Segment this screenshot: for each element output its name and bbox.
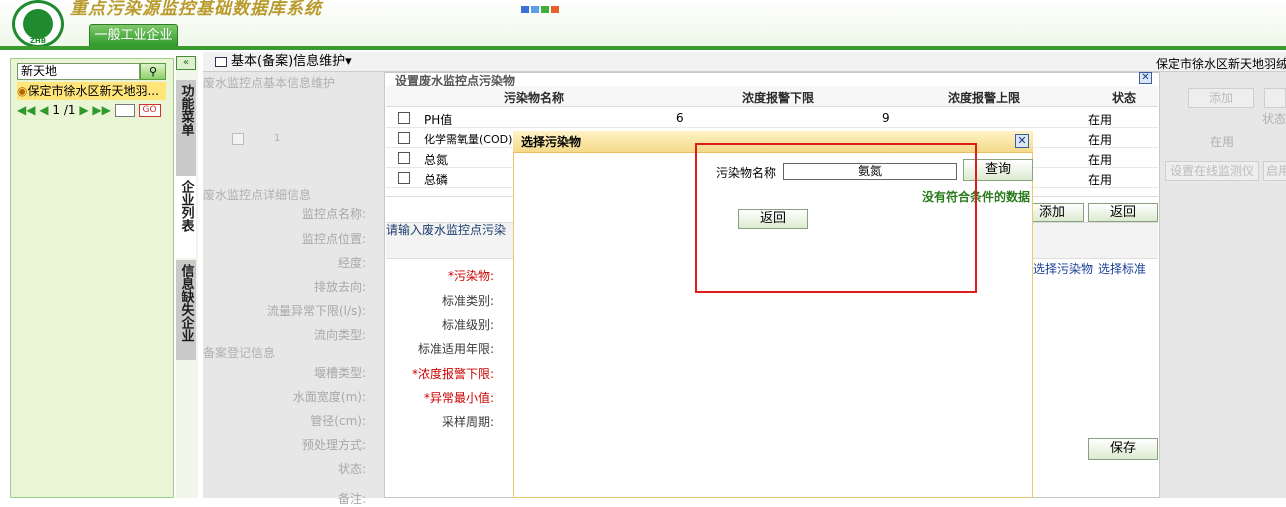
cell-status: 在用 [1088, 153, 1113, 167]
dialog-close-icon[interactable]: ✕ [1015, 134, 1029, 148]
label-status: 状态: [337, 462, 366, 476]
table-row[interactable]: PH值 6 9 在用 [386, 108, 1158, 128]
company-name-display: 保定市徐水区新天地羽绒 [1156, 57, 1286, 71]
section-detail-info: 废水监控点详细信息 [203, 188, 312, 202]
row-checkbox[interactable] [398, 172, 410, 184]
tab-function-menu[interactable]: 功能菜单 [176, 80, 196, 180]
label-pipe-diameter: 管径(cm): [310, 414, 366, 428]
logo: ZHB [12, 0, 64, 48]
go-button[interactable]: GO [138, 104, 161, 117]
label-water-width: 水面宽度(m): [292, 390, 366, 404]
radio-icon: ◉ [17, 84, 28, 98]
form-icon [215, 56, 227, 67]
pager: ◀◀ ◀ 1 /1 ▶ ▶▶ GO [17, 103, 161, 119]
prev-page-icon[interactable]: ◀ [39, 103, 48, 117]
select-pollutant-link[interactable]: 选择污染物 [1033, 260, 1093, 277]
input-hint: 请输入废水监控点污染 [386, 223, 507, 237]
row-number: 1 [274, 133, 281, 144]
cell-name: 化学需氧量(COD) [424, 133, 513, 146]
header-divider [0, 46, 1286, 50]
cell-name: 总氮 [424, 153, 449, 167]
bg-status-header: 状态 [1262, 112, 1286, 126]
label-pollutant: *污染物: [447, 269, 494, 283]
header-pollutant-name: 污染物名称 [504, 91, 565, 105]
tab-missing-info[interactable]: 信息缺失企业 [176, 260, 196, 360]
page-total: /1 [63, 103, 76, 117]
header-status: 状态 [1112, 91, 1137, 105]
highlight-box [695, 143, 977, 293]
row-checkbox[interactable] [232, 133, 244, 145]
label-standard-year: 标准适用年限: [417, 342, 494, 356]
collapse-icon[interactable]: « [176, 56, 196, 70]
header-high-limit: 浓度报警上限 [948, 91, 1021, 105]
toolbar: 基本(备案)信息维护▾ [203, 52, 1286, 72]
close-icon[interactable]: ✕ [1139, 72, 1152, 84]
label-remarks: 备注: [337, 492, 366, 506]
label-standard-category: 标准类别: [441, 294, 494, 308]
section-basic-info: 废水监控点基本信息维护 [203, 76, 336, 90]
label-abnormal-min: *异常最小值: [423, 391, 494, 405]
row-checkbox[interactable] [398, 132, 410, 144]
section-registration: 备案登记信息 [203, 346, 276, 360]
left-panel [10, 58, 174, 498]
label-standard-level: 标准级别: [441, 318, 494, 332]
row-checkbox[interactable] [398, 152, 410, 164]
tab-company-list[interactable]: 企业列表 [176, 176, 196, 258]
label-alarm-low: *浓度报警下限: [411, 367, 494, 381]
cell-status: 在用 [1088, 173, 1113, 187]
label-monitor-location: 监控点位置: [301, 232, 366, 246]
theme-lightblue-icon[interactable] [531, 6, 539, 13]
label-weir-type: 堰槽类型: [313, 366, 366, 380]
row-checkbox[interactable] [398, 112, 410, 124]
cell-status: 在用 [1088, 133, 1113, 147]
save-button[interactable]: 保存 [1088, 438, 1158, 460]
back-button[interactable]: 返回 [1088, 203, 1158, 222]
cell-name: 总磷 [424, 173, 449, 187]
label-flow-lower-limit: 流量异常下限(l/s): [266, 304, 366, 318]
cell-low: 6 [676, 111, 684, 125]
label-longitude: 经度: [337, 256, 366, 270]
company-search-input[interactable]: 新天地 [17, 63, 140, 80]
cell-high: 9 [882, 111, 890, 125]
menu-basic-info[interactable]: 基本(备案)信息维护▾ [231, 54, 352, 69]
tab-general-industry[interactable]: 一般工业企业 [89, 24, 178, 46]
label-sampling-period: 采样周期: [441, 415, 494, 429]
label-pretreatment: 预处理方式: [301, 438, 366, 452]
page-number: 1 [52, 103, 60, 117]
set-online-monitor-button[interactable]: 设置在线监测仪 [1165, 161, 1259, 181]
label-discharge-direction: 排放去向: [313, 280, 366, 294]
enable-button[interactable]: 启用 [1263, 161, 1286, 181]
theme-orange-icon[interactable] [551, 6, 559, 13]
tree-item-company[interactable]: ◉保定市徐水区新天地羽... [17, 82, 166, 100]
tree-item-label: 保定市徐水区新天地羽... [27, 84, 159, 98]
label-monitor-name: 监控点名称: [301, 207, 366, 221]
theme-green-icon[interactable] [541, 6, 549, 13]
page-jump-input[interactable] [114, 104, 135, 117]
last-page-icon[interactable]: ▶▶ [92, 103, 110, 117]
bg-button-partial[interactable] [1264, 88, 1286, 108]
side-tabs: « 功能菜单 企业列表 信息缺失企业 [176, 56, 198, 498]
search-button[interactable]: ⚲ [140, 63, 166, 80]
theme-blue-icon[interactable] [521, 6, 529, 13]
label-flow-type: 流向类型: [313, 328, 366, 342]
bg-status-value: 在用 [1210, 135, 1235, 149]
cell-name: PH值 [424, 113, 453, 127]
first-page-icon[interactable]: ◀◀ [17, 103, 35, 117]
add-button-bg[interactable]: 添加 [1188, 88, 1254, 108]
select-standard-link[interactable]: 选择标准 [1098, 260, 1146, 277]
header-low-limit: 浓度报警下限 [742, 91, 815, 105]
cell-status: 在用 [1088, 113, 1113, 127]
next-page-icon[interactable]: ▶ [79, 103, 88, 117]
search-icon: ⚲ [148, 65, 158, 78]
pollutant-table-header: 污染物名称 浓度报警下限 浓度报警上限 状态 [386, 86, 1158, 107]
app-title: 重点污染源监控基础数据库系统 [70, 0, 322, 19]
